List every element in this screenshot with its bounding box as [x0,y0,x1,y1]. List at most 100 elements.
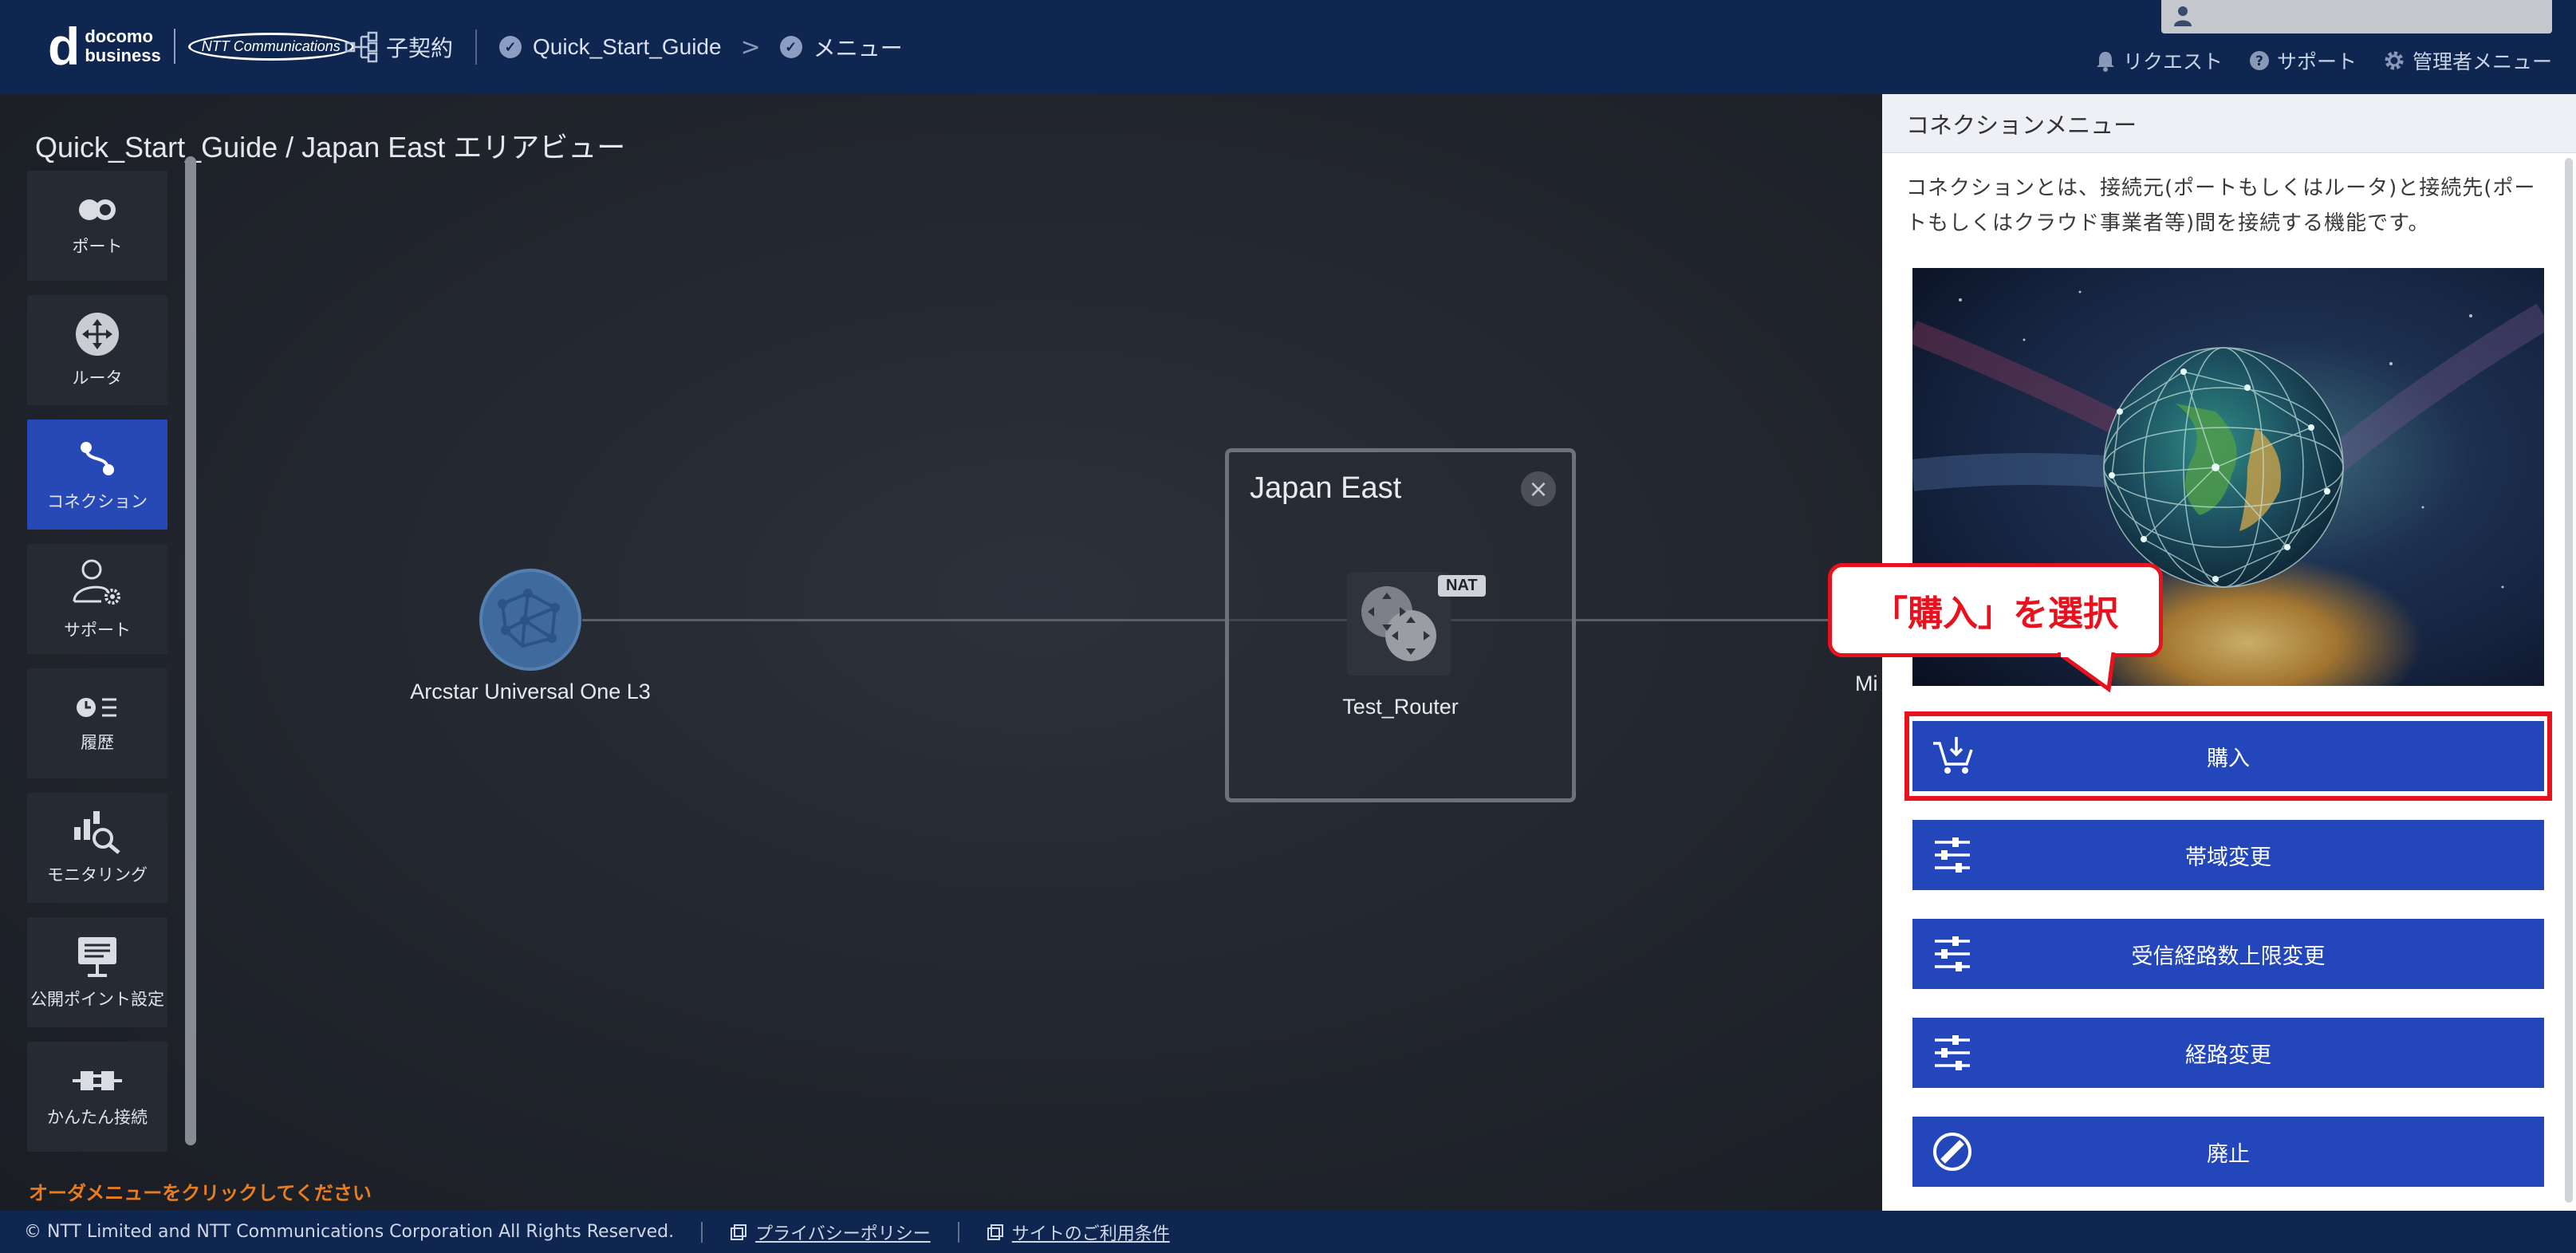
terms-link[interactable]: サイトのご利用条件 [987,1220,1170,1245]
callout-text: 「購入」を選択 [1873,593,2118,634]
sidebar-item-label: コネクション [47,492,148,511]
chevron-right-icon: > [740,33,761,61]
nav-menu[interactable]: ✓ メニュー [779,31,903,63]
arcstar-l3-node[interactable]: Arcstar Universal One L3 [407,568,654,704]
easy-connect-icon [73,1071,122,1090]
sidebar-item-label: 公開ポイント設定 [30,990,164,1009]
logo-d-mark: d [48,17,81,76]
logo-line-1: docomo [85,26,153,46]
bell-icon [2096,52,2114,72]
nav-menu-label: メニュー [813,36,903,61]
help-circle-icon: ? [2249,51,2269,70]
header: d docomo business NTT Communications 子契約… [0,0,2576,94]
support-icon [73,559,120,605]
nav-quick-start-guide[interactable]: ✓ Quick_Start_Guide [499,34,722,60]
public-point-icon [78,937,116,977]
user-icon [2174,6,2192,26]
japan-east-area[interactable]: Japan East × NAT Test_Router [1225,448,1576,802]
admin-menu-link[interactable]: 管理者メニュー [2382,46,2552,75]
sliders-icon [1935,936,1970,971]
external-link-icon [731,1223,747,1240]
sliders-icon [1935,1035,1970,1070]
connection-icon [81,442,114,475]
history-icon [77,698,116,717]
sliders-icon [1935,837,1970,873]
request-label: リクエスト [2122,50,2223,73]
callout-pointer [2058,652,2116,692]
footer: © NTT Limited and NTT Communications Cor… [0,1211,2576,1253]
sidebar-item-easy-connect[interactable]: かんたん接続 [27,1042,167,1152]
panel-scrollbar[interactable] [2565,158,2573,1203]
logo-text: docomo business [85,27,160,65]
sidebar-item-monitoring[interactable]: モニタリング [27,793,167,903]
nav-subcontract[interactable]: 子契約 [345,31,453,63]
sidebar-scrollbar[interactable] [185,156,196,1145]
svg-text:?: ? [2255,53,2263,69]
order-sidebar: ポート ルータ コネクション サポート 履歴 モニタリング 公開ポイント設定 か… [27,171,169,1166]
sidebar-item-connection[interactable]: コネクション [27,420,167,530]
support-link[interactable]: ? サポート [2248,46,2357,75]
utility-links: リクエスト ? サポート 管理者メニュー [2069,46,2552,75]
logo-line-2: business [85,45,161,65]
sidebar-item-public-point[interactable]: 公開ポイント設定 [27,917,167,1027]
external-link-icon [987,1223,1003,1240]
copyright-text: © NTT Limited and NTT Communications Cor… [24,1222,675,1242]
partial-node-label: Mi [1855,672,1878,695]
route-limit-change-button[interactable]: 受信経路数上限変更 [1912,919,2544,989]
check-circle-icon: ✓ [499,36,522,58]
sidebar-item-label: サポート [64,621,131,640]
top-navigation: 子契約 ✓ Quick_Start_Guide > ✓ メニュー [345,27,903,67]
privacy-policy-label: プライバシーポリシー [755,1223,931,1244]
cancel-service-label: 廃止 [2207,1141,2250,1167]
logo-divider [173,29,175,64]
support-label: サポート [2276,50,2357,73]
sidebar-item-label: かんたん接続 [47,1108,148,1127]
admin-menu-label: 管理者メニュー [2412,50,2552,73]
panel-description: コネクションとは、接続元(ポートもしくはルータ)と接続先(ポートもしくはクラウド… [1906,176,2536,235]
sidebar-item-label: ポート [72,237,123,256]
tree-icon [345,31,378,63]
cancel-service-button[interactable]: 廃止 [1912,1117,2544,1187]
bandwidth-change-button[interactable]: 帯域変更 [1912,820,2544,890]
area-view-canvas[interactable]: Quick_Start_Guide / Japan East エリアビュー ポー… [0,94,1882,1211]
sidebar-item-router[interactable]: ルータ [27,295,167,405]
router-icon [76,313,119,356]
test-router-node[interactable] [1347,572,1451,676]
nav-subcontract-label: 子契約 [386,36,454,61]
bandwidth-change-label: 帯域変更 [2185,845,2271,870]
nav-divider [475,30,478,65]
cloud-network-icon [479,569,581,671]
close-icon[interactable]: × [1521,471,1556,506]
request-link[interactable]: リクエスト [2094,46,2223,75]
sidebar-item-label: 履歴 [81,733,114,752]
page-title: Quick_Start_Guide / Japan East エリアビュー [35,131,626,164]
sidebar-item-label: ルータ [72,368,123,388]
sidebar-item-history[interactable]: 履歴 [27,668,167,778]
router-icon [1361,586,1436,661]
docomo-business-logo[interactable]: d docomo business NTT Communications [48,17,354,76]
router-label: Test_Router [1342,695,1459,719]
panel-title: コネクションメニュー [1882,94,2576,153]
prohibited-icon [1933,1133,1971,1171]
instruction-callout: 「購入」を選択 [1828,563,2163,657]
order-menu-hint: オーダメニューをクリックしてください [29,1182,372,1204]
sidebar-item-support[interactable]: サポート [27,544,167,654]
route-change-label: 経路変更 [2185,1042,2271,1068]
gear-icon [2385,51,2404,70]
route-change-button[interactable]: 経路変更 [1912,1018,2544,1088]
node-label: Arcstar Universal One L3 [410,680,651,703]
port-icon [79,199,116,220]
footer-divider [957,1221,959,1243]
monitoring-icon [74,811,120,854]
sidebar-item-port[interactable]: ポート [27,171,167,281]
footer-divider [701,1221,703,1243]
user-account-box[interactable] [2161,0,2552,33]
area-title: Japan East [1250,471,1402,505]
terms-label: サイトのご利用条件 [1011,1223,1170,1244]
sidebar-item-label: モニタリング [47,865,148,885]
route-limit-change-label: 受信経路数上限変更 [2131,944,2326,969]
privacy-policy-link[interactable]: プライバシーポリシー [730,1220,931,1245]
nav-guide-label: Quick_Start_Guide [533,34,722,59]
ntt-logo: NTT Communications [187,32,354,61]
check-circle-icon: ✓ [779,36,802,58]
